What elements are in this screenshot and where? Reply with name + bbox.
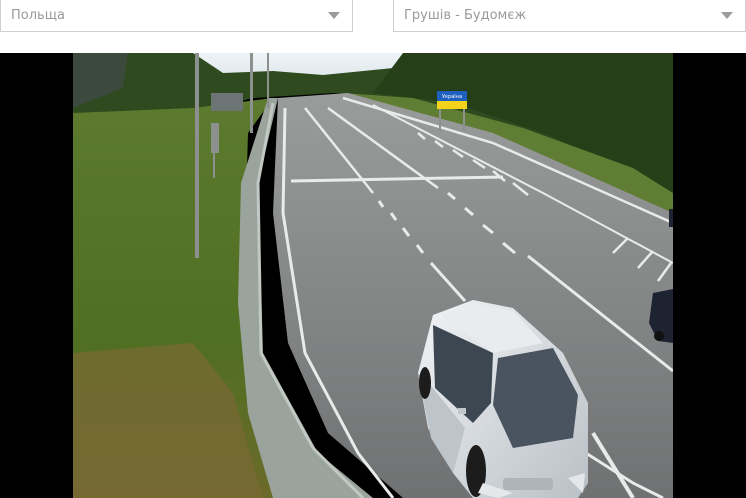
camera-player[interactable]: Україна [0, 53, 746, 498]
chevron-down-icon [328, 12, 340, 19]
border-crossing-select[interactable]: Грушів - Будомєж [393, 0, 746, 32]
border-crossing-select-value: Грушів - Будомєж [404, 8, 527, 23]
chevron-down-icon [721, 12, 733, 19]
country-select-value: Польща [11, 8, 65, 23]
country-select[interactable]: Польща [0, 0, 353, 32]
camera-feed-image: Україна [73, 53, 673, 498]
border-sign-text: Україна [442, 94, 462, 100]
camera-feed: Україна [73, 53, 673, 498]
